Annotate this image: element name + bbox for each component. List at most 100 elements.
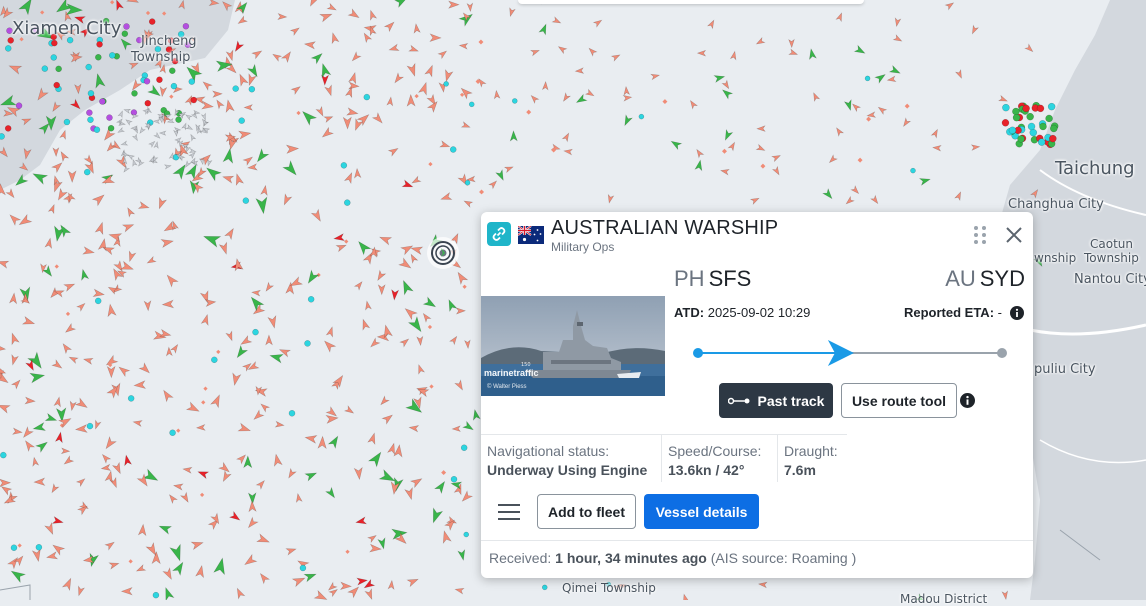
link-icon <box>492 227 506 241</box>
atd-value: 2025-09-02 10:29 <box>707 305 811 320</box>
vessel-marker <box>85 63 92 71</box>
route-tool-label: Use route tool <box>851 392 947 409</box>
nav-status-value: Underway Using Engine <box>487 462 648 478</box>
past-track-icon <box>727 397 750 404</box>
past-track-button[interactable]: Past track <box>719 383 833 418</box>
vessel-marker <box>1036 104 1045 113</box>
vessel-marker <box>50 54 58 61</box>
vessel-marker <box>86 109 93 116</box>
vessel-marker <box>94 297 102 305</box>
vessel-marker <box>450 475 458 483</box>
photo-watermark: marinetraffic <box>484 368 539 378</box>
draught: Draught: 7.6m <box>777 434 847 482</box>
route-destination-dot <box>997 348 1007 358</box>
vessel-marker <box>1050 124 1058 133</box>
draught-value: 7.6m <box>784 462 816 478</box>
received-value: 1 hour, 34 minutes ago <box>555 550 707 566</box>
destination-country: AU <box>945 266 976 291</box>
atd: ATD: 2025-09-02 10:29 <box>674 305 810 320</box>
map-label-douliu: puliu City <box>1034 362 1096 377</box>
route-origin-dot <box>693 348 703 358</box>
vessel-marker <box>232 85 239 92</box>
departure-port[interactable]: PH SFS <box>674 266 751 292</box>
speed-course-label: Speed/Course: <box>668 443 762 459</box>
vessel-marker <box>4 45 12 52</box>
vessel-marker <box>1026 112 1034 121</box>
selected-vessel-target-icon[interactable] <box>426 236 460 270</box>
eta-label: Reported ETA: <box>903 305 995 320</box>
vessel-marker <box>1017 135 1025 143</box>
vessel-marker <box>93 126 101 133</box>
vessel-marker <box>148 18 156 25</box>
vessel-marker <box>463 531 469 538</box>
use-route-tool-button[interactable]: Use route tool <box>841 383 957 418</box>
map-label-xiamen: Xiamen City <box>12 18 122 39</box>
vessel-marker <box>170 82 178 90</box>
map-label-madou: Madou District <box>900 592 988 606</box>
departure-country: PH <box>674 266 705 291</box>
vessel-marker <box>63 118 71 126</box>
vessel-marker <box>864 75 871 82</box>
map-label-taichung: Taichung <box>1055 158 1135 179</box>
vessel-marker <box>169 429 176 437</box>
photo-credit: © Walter Piess <box>487 383 527 390</box>
vessel-marker <box>1002 103 1010 112</box>
warship-photo-image: 150 marinetraffic © Walter Piess <box>481 296 665 396</box>
vessel-marker <box>1029 128 1038 137</box>
vessel-link-button[interactable] <box>487 222 511 246</box>
vessel-marker <box>4 125 12 132</box>
map-label-changhua: Changhua City <box>1008 197 1104 212</box>
vessel-marker <box>109 52 116 59</box>
vessel-marker <box>449 146 457 153</box>
vessel-marker <box>443 81 449 87</box>
vessel-marker <box>512 98 518 104</box>
vessel-marker <box>1039 122 1047 131</box>
vessel-details-button[interactable]: Vessel details <box>644 494 759 529</box>
vessel-marker <box>363 93 371 101</box>
vessel-marker <box>87 116 94 124</box>
vessel-marker <box>344 199 351 206</box>
destination-port[interactable]: AU SYD <box>945 266 1025 292</box>
vessel-marker <box>106 114 113 121</box>
vessel-marker <box>15 102 23 109</box>
drag-handle-icon[interactable] <box>973 225 987 245</box>
vessel-marker <box>1008 126 1017 135</box>
ais-source: (AIS source: Roaming ) <box>710 550 857 566</box>
vessel-marker <box>304 340 311 347</box>
vessel-marker <box>307 296 315 303</box>
vessel-marker <box>211 356 218 364</box>
add-to-fleet-label: Add to fleet <box>548 503 625 520</box>
vessel-marker <box>152 591 160 599</box>
vessel-marker <box>86 422 94 430</box>
vessel-marker <box>41 65 49 72</box>
vessel-marker <box>1037 138 1046 146</box>
vessel-marker <box>99 98 106 105</box>
vessel-marker <box>143 78 151 85</box>
map-label-qimei: Qimei Township <box>562 581 656 595</box>
vessel-marker <box>1012 107 1020 116</box>
vessel-marker <box>121 30 129 37</box>
australia-flag-icon <box>518 226 544 244</box>
vessel-marker <box>95 54 102 61</box>
eta-info-icon[interactable] <box>1010 306 1024 320</box>
departure-port-code: SFS <box>708 266 752 291</box>
vessel-marker <box>144 99 152 107</box>
menu-icon[interactable] <box>498 503 520 521</box>
vessel-marker <box>1047 102 1056 111</box>
vessel-marker <box>0 133 5 140</box>
vessel-marker <box>175 116 182 123</box>
vessel-marker <box>541 584 548 591</box>
route-tool-info-icon[interactable] <box>960 393 975 408</box>
vessel-photo[interactable]: 150 marinetraffic © Walter Piess <box>481 296 665 396</box>
received-info: Received: 1 hour, 34 minutes ago (AIS so… <box>481 540 1033 578</box>
close-icon[interactable] <box>1004 225 1024 245</box>
vessel-marker <box>127 395 135 402</box>
add-to-fleet-button[interactable]: Add to fleet <box>537 494 636 529</box>
eta-value: - <box>997 305 1002 320</box>
map-label-caotun-sub: Township <box>1084 251 1139 265</box>
vessel-marker <box>340 162 348 169</box>
speed-course: Speed/Course: 13.6kn / 42° <box>661 434 777 482</box>
map-label-township: wnship <box>1034 251 1077 265</box>
vessel-marker <box>1022 104 1030 113</box>
vessel-details-label: Vessel details <box>655 503 748 520</box>
